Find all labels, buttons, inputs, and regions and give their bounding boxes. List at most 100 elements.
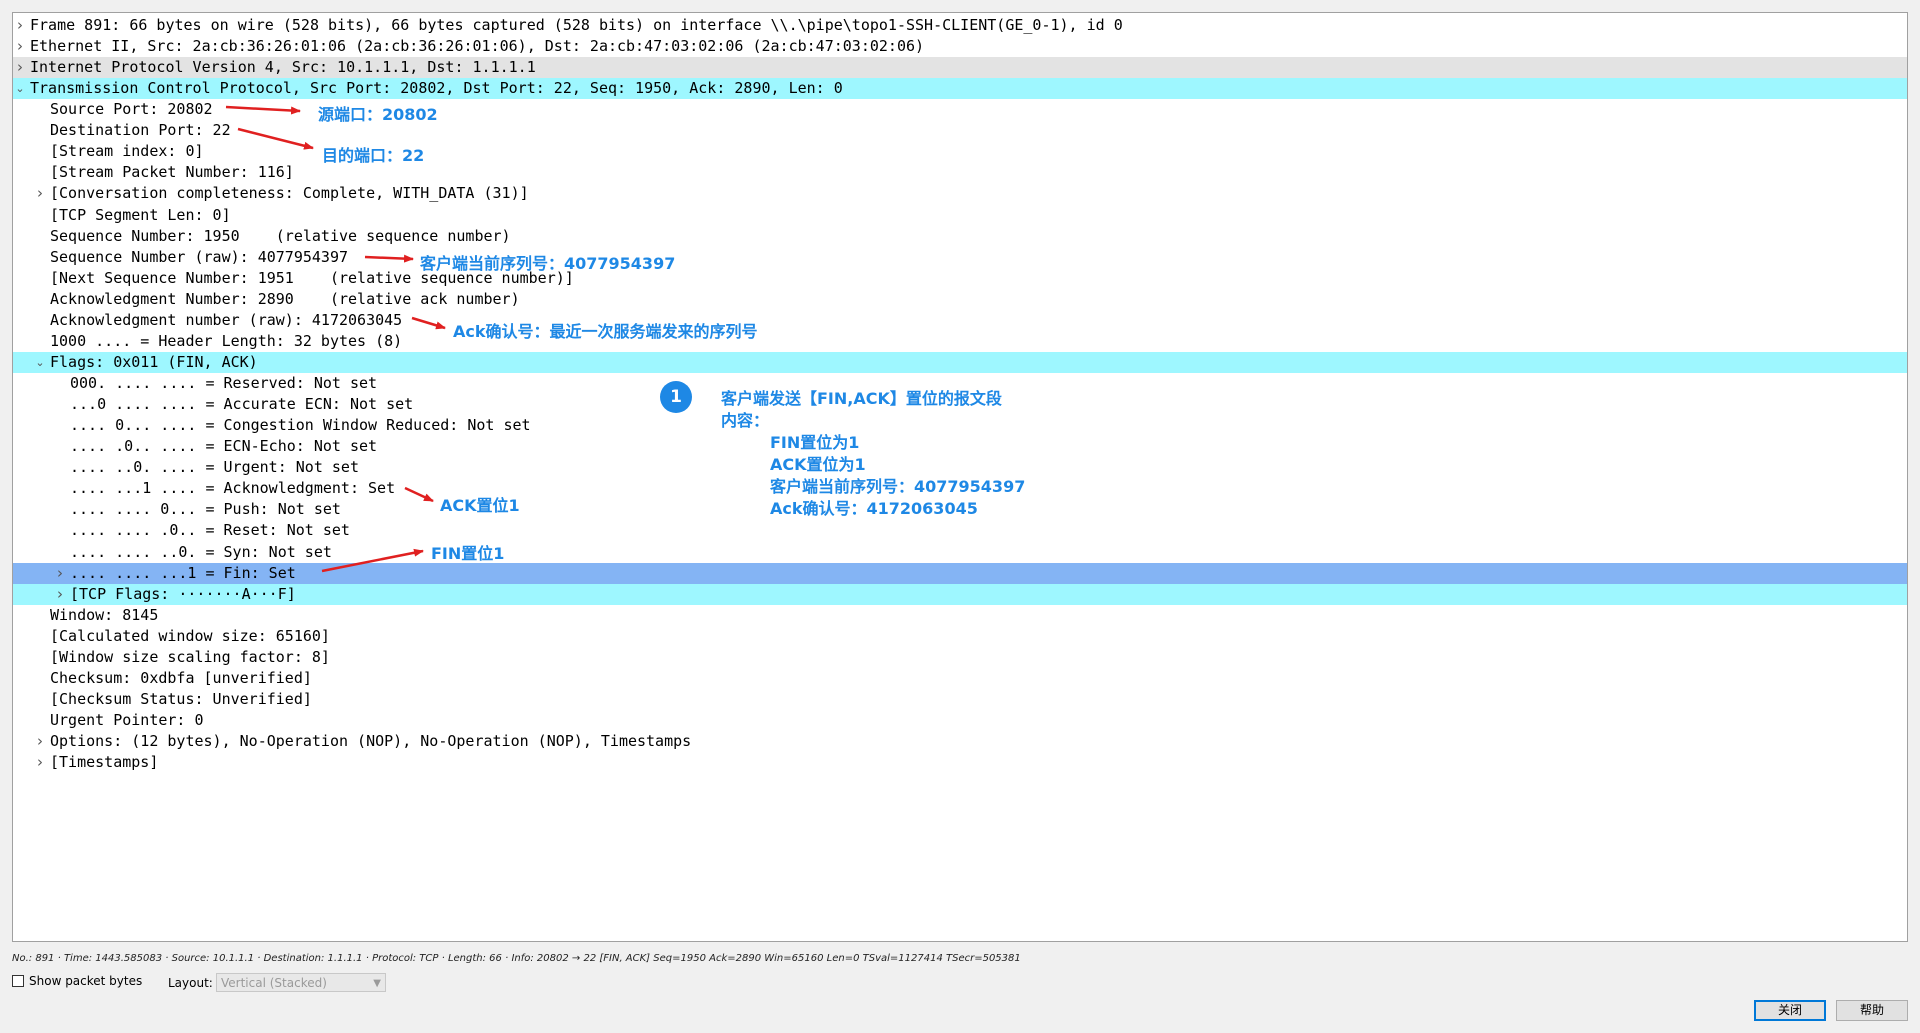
- annotation-ack-number: Ack确认号：最近一次服务端发来的序列号: [453, 322, 758, 341]
- tree-row[interactable]: .... .... ..0. = Syn: Not set: [13, 542, 1907, 563]
- annotation-src-port: 源端口：20802: [318, 105, 438, 124]
- tree-row[interactable]: [Window size scaling factor: 8]: [13, 647, 1907, 668]
- tree-row-label: Sequence Number: 1950 (relative sequence…: [50, 226, 511, 245]
- annotation-summary-line: Ack确认号：4172063045: [770, 499, 978, 518]
- tree-row[interactable]: .... 0... .... = Congestion Window Reduc…: [13, 415, 1907, 436]
- tree-row-label: Options: (12 bytes), No-Operation (NOP),…: [50, 732, 692, 751]
- tree-row-label: .... .0.. .... = ECN-Echo: Not set: [70, 437, 378, 456]
- tree-row-label: [TCP Flags: ·······A···F]: [70, 584, 296, 603]
- chevron-down-icon: ▼: [373, 978, 381, 989]
- tree-row[interactable]: Checksum: 0xdbfa [unverified]: [13, 668, 1907, 689]
- tree-row-label: Internet Protocol Version 4, Src: 10.1.1…: [30, 58, 536, 77]
- step-number-badge: 1: [660, 381, 692, 413]
- annotation-summary-title: 客户端发送【FIN,ACK】置位的报文段: [721, 389, 1002, 408]
- tree-row[interactable]: › Internet Protocol Version 4, Src: 10.1.…: [13, 57, 1907, 79]
- tree-row-label: Ethernet II, Src: 2a:cb:36:26:01:06 (2a:…: [30, 37, 925, 56]
- tree-row-label: .... .... 0... = Push: Not set: [70, 500, 341, 519]
- chevron-down-icon[interactable]: ⌄: [33, 352, 47, 373]
- annotation-summary-line: FIN置位为1: [770, 433, 860, 452]
- tree-row-label: [Conversation completeness: Complete, WI…: [50, 184, 529, 203]
- tree-row-label: .... ..0. .... = Urgent: Not set: [70, 458, 359, 477]
- tree-row[interactable]: [Calculated window size: 65160]: [13, 626, 1907, 647]
- tree-row-label: 1000 .... = Header Length: 32 bytes (8): [50, 331, 403, 350]
- layout-label: Layout:: [168, 976, 213, 990]
- tree-row[interactable]: › [TCP Flags: ·······A···F]: [13, 583, 1907, 605]
- tree-row-label: Checksum: 0xdbfa [unverified]: [50, 668, 312, 687]
- help-button[interactable]: 帮助: [1836, 1000, 1908, 1021]
- tree-row-label: .... .... ...1 = Fin: Set: [70, 563, 296, 582]
- chevron-down-icon[interactable]: ⌄: [13, 78, 27, 99]
- tree-row[interactable]: ⌄ Transmission Control Protocol, Src Port…: [13, 78, 1907, 100]
- tree-row[interactable]: [Checksum Status: Unverified]: [13, 689, 1907, 710]
- tree-row[interactable]: Sequence Number: 1950 (relative sequence…: [13, 226, 1907, 247]
- annotation-fin-flag: FIN置位1: [431, 544, 505, 563]
- tree-row[interactable]: ⌄ Flags: 0x011 (FIN, ACK): [13, 351, 1907, 373]
- layout-select-value: Vertical (Stacked): [221, 976, 327, 990]
- tree-row-label: Flags: 0x011 (FIN, ACK): [50, 352, 258, 371]
- tree-row-label: Source Port: 20802: [50, 100, 213, 119]
- tree-row-label: Urgent Pointer: 0: [50, 710, 204, 729]
- tree-row[interactable]: Acknowledgment Number: 2890 (relative ac…: [13, 289, 1907, 310]
- tree-row-label: 000. .... .... = Reserved: Not set: [70, 374, 378, 393]
- chevron-right-icon[interactable]: ›: [33, 752, 47, 773]
- annotation-dst-port: 目的端口：22: [322, 146, 425, 165]
- tree-row[interactable]: .... .0.. .... = ECN-Echo: Not set: [13, 436, 1907, 457]
- layout-select[interactable]: Vertical (Stacked) ▼: [216, 973, 386, 992]
- tree-row-label: Sequence Number (raw): 4077954397: [50, 247, 349, 266]
- tree-row[interactable]: Source Port: 20802: [13, 99, 1907, 120]
- tree-row-label: .... .... ..0. = Syn: Not set: [70, 542, 332, 561]
- chevron-right-icon[interactable]: ›: [53, 563, 67, 584]
- tree-row-label: ...0 .... .... = Accurate ECN: Not set: [70, 395, 414, 414]
- show-packet-bytes-checkbox[interactable]: [12, 975, 24, 987]
- annotation-summary-line: 客户端当前序列号：4077954397: [770, 477, 1026, 496]
- tree-row[interactable]: .... .... .0.. = Reset: Not set: [13, 520, 1907, 541]
- tree-row-label: [Checksum Status: Unverified]: [50, 689, 312, 708]
- tree-row[interactable]: Destination Port: 22: [13, 120, 1907, 141]
- tree-row[interactable]: 1000 .... = Header Length: 32 bytes (8): [13, 331, 1907, 352]
- tree-row-label: [TCP Segment Len: 0]: [50, 205, 231, 224]
- tree-row-label: [Calculated window size: 65160]: [50, 626, 330, 645]
- tree-row[interactable]: [Next Sequence Number: 1951 (relative se…: [13, 268, 1907, 289]
- tree-row-label: Window: 8145: [50, 605, 159, 624]
- tree-row[interactable]: › Frame 891: 66 bytes on wire (528 bits),…: [13, 15, 1907, 36]
- annotation-ack-flag: ACK置位1: [440, 496, 520, 515]
- chevron-right-icon[interactable]: ›: [13, 15, 27, 36]
- tree-row[interactable]: Urgent Pointer: 0: [13, 710, 1907, 731]
- tree-row-label: Destination Port: 22: [50, 121, 231, 140]
- chevron-right-icon[interactable]: ›: [13, 36, 27, 57]
- tree-row[interactable]: Window: 8145: [13, 605, 1907, 626]
- show-packet-bytes-toggle[interactable]: Show packet bytes: [12, 974, 142, 988]
- tree-row-label: .... .... .0.. = Reset: Not set: [70, 521, 350, 540]
- tree-row[interactable]: › [Timestamps]: [13, 752, 1907, 773]
- tree-row[interactable]: [TCP Segment Len: 0]: [13, 205, 1907, 226]
- show-packet-bytes-label: Show packet bytes: [29, 974, 143, 988]
- chevron-right-icon[interactable]: ›: [53, 584, 67, 605]
- chevron-right-icon[interactable]: ›: [13, 57, 27, 78]
- tree-row[interactable]: Acknowledgment number (raw): 4172063045: [13, 310, 1907, 331]
- packet-details-dialog: › Frame 891: 66 bytes on wire (528 bits),…: [0, 0, 1920, 1033]
- tree-row-label: Acknowledgment Number: 2890 (relative ac…: [50, 289, 520, 308]
- tree-row-label: [Window size scaling factor: 8]: [50, 647, 330, 666]
- annotation-summary-content-label: 内容：: [721, 411, 770, 430]
- tree-row[interactable]: ›.... .... ...1 = Fin: Set: [13, 562, 1907, 584]
- tree-row-label: [Stream index: 0]: [50, 142, 204, 161]
- chevron-right-icon[interactable]: ›: [33, 731, 47, 752]
- packet-status-line: No.: 891 · Time: 1443.585083 · Source: 1…: [12, 953, 1021, 964]
- tree-row-label: .... 0... .... = Congestion Window Reduc…: [70, 416, 531, 435]
- close-button[interactable]: 关闭: [1754, 1000, 1826, 1021]
- chevron-right-icon[interactable]: ›: [33, 183, 47, 204]
- tree-row[interactable]: › Ethernet II, Src: 2a:cb:36:26:01:06 (2a…: [13, 36, 1907, 57]
- tree-row-label: .... ...1 .... = Acknowledgment: Set: [70, 479, 396, 498]
- tree-row-label: [Stream Packet Number: 116]: [50, 163, 294, 182]
- tree-row[interactable]: › Options: (12 bytes), No-Operation (NOP)…: [13, 731, 1907, 752]
- annotation-summary-line: ACK置位为1: [770, 455, 866, 474]
- tree-row[interactable]: [Stream index: 0]: [13, 141, 1907, 162]
- tree-row[interactable]: [Stream Packet Number: 116]: [13, 162, 1907, 183]
- tree-row[interactable]: Sequence Number (raw): 4077954397: [13, 247, 1907, 268]
- annotation-client-seq: 客户端当前序列号：4077954397: [420, 254, 676, 273]
- tree-row-label: [Timestamps]: [50, 753, 159, 772]
- tree-row[interactable]: › [Conversation completeness: Complete, W…: [13, 183, 1907, 204]
- tree-row-label: Frame 891: 66 bytes on wire (528 bits), …: [30, 16, 1123, 34]
- tree-row-label: Acknowledgment number (raw): 4172063045: [50, 310, 403, 329]
- tree-row-label: Transmission Control Protocol, Src Port:…: [30, 79, 843, 98]
